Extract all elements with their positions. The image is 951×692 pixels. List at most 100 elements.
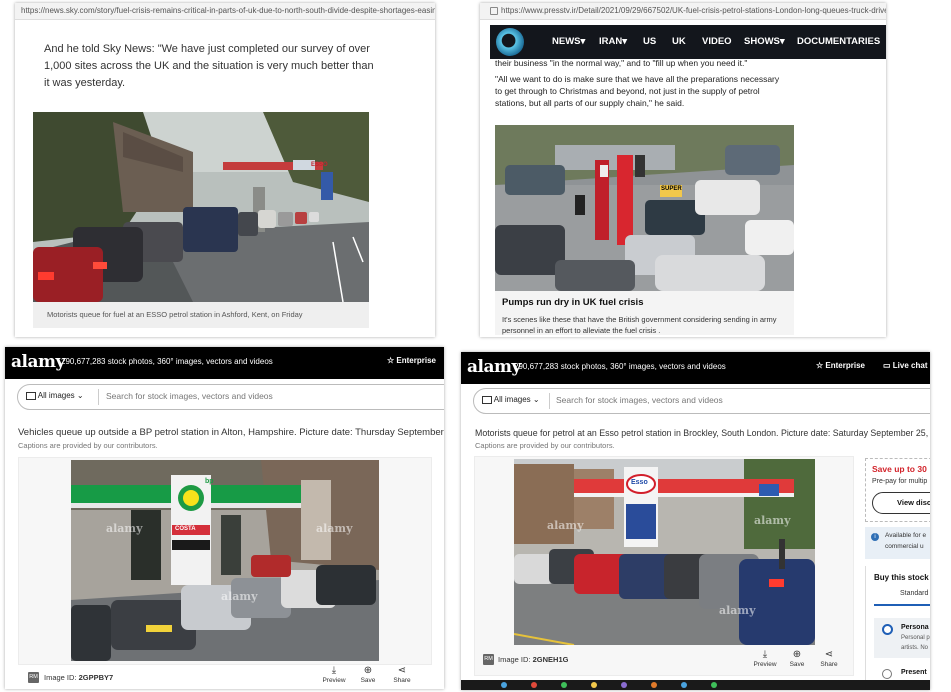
taskbar-icon[interactable]: [711, 682, 717, 688]
taskbar-icon[interactable]: [501, 682, 507, 688]
image-id-value-2: 2GNEH1G: [532, 655, 569, 664]
preview-label: Preview: [322, 677, 346, 684]
tab-standard[interactable]: Standard: [900, 590, 928, 597]
sky-quote-line-3: it was yesterday.: [44, 77, 126, 89]
taskbar-icon[interactable]: [681, 682, 687, 688]
taskbar-icon[interactable]: [531, 682, 537, 688]
alamy-header-2: alamy 290,677,283 stock photos, 360° ima…: [461, 352, 930, 384]
presstv-url: https://www.presstv.ir/Detail/2021/09/29…: [501, 6, 886, 15]
live-chat-link[interactable]: ▭ Live chat: [883, 361, 927, 370]
nav-us[interactable]: US: [643, 36, 656, 47]
license-option-personal[interactable]: Persona Personal p artists. No: [874, 618, 930, 658]
preview-label-2: Preview: [753, 661, 777, 668]
search-input[interactable]: Search for stock images, vectors and vid…: [106, 391, 273, 401]
option-personal-title: Persona: [901, 624, 929, 631]
share-button[interactable]: ⋖ Share: [388, 665, 416, 684]
sky-url-bar[interactable]: https://news.sky.com/story/fuel-crisis-r…: [15, 3, 435, 20]
all-images-label: All images: [37, 391, 75, 400]
share-label-2: Share: [820, 661, 838, 668]
save-button[interactable]: ⊕ Save: [354, 665, 382, 684]
taskbar-icon[interactable]: [561, 682, 567, 688]
all-images-label-2: All images: [493, 395, 531, 404]
sky-caption-box: Motorists queue for fuel at an ESSO petr…: [33, 302, 369, 328]
enterprise-link[interactable]: ☆ Enterprise: [387, 356, 436, 365]
search-input-2[interactable]: Search for stock images, vectors and vid…: [556, 395, 723, 405]
nav-video[interactable]: VIDEO: [702, 36, 732, 47]
presstv-desc-line-2: personnel in an effort to alleviate the …: [502, 326, 661, 335]
alamy-esso-caption: Motorists queue for petrol at an Esso pe…: [475, 428, 930, 438]
promo-title: Save up to 30: [872, 464, 927, 474]
share-button-2[interactable]: ⋖ Share: [815, 649, 843, 668]
alamy-search-box: All images ⌄ Search for stock images, ve…: [17, 384, 444, 410]
nav-iran[interactable]: IRAN▾: [599, 36, 627, 47]
share-icon: ⋖: [397, 665, 407, 676]
info-icon: i: [871, 533, 879, 541]
presstv-text-line-4: stations, but all parts of our supply ch…: [495, 98, 685, 108]
enterprise-label-2: Enterprise: [825, 361, 865, 370]
alamy-header: alamy 290,677,283 stock photos, 360° ima…: [5, 347, 444, 379]
nav-documentaries[interactable]: DOCUMENTARIES: [797, 36, 880, 47]
chat-icon: ▭: [883, 361, 891, 370]
alamy-esso-sign: Esso: [631, 479, 648, 486]
presstv-caption-card: Pumps run dry in UK fuel crisis It's sce…: [495, 291, 794, 335]
view-discounts-button[interactable]: View disco: [872, 492, 930, 514]
tab-underline: [874, 604, 930, 606]
preview-button-2[interactable]: ⤓ Preview: [751, 649, 779, 668]
nav-shows[interactable]: SHOWS▾: [744, 36, 785, 47]
taskbar-icon[interactable]: [621, 682, 627, 688]
presstv-url-bar[interactable]: https://www.presstv.ir/Detail/2021/09/29…: [480, 3, 886, 20]
rm-badge: RM: [28, 672, 39, 683]
radio-selected-icon: [882, 624, 893, 635]
enterprise-link-2[interactable]: ☆ Enterprise: [816, 361, 865, 370]
option-presentation-title: Present: [901, 669, 927, 676]
all-images-dropdown-2[interactable]: All images ⌄: [482, 395, 540, 404]
sky-quote-line-1: And he told Sky News: "We have just comp…: [44, 43, 370, 55]
chevron-down-icon: ⌄: [532, 395, 540, 404]
enterprise-label: Enterprise: [396, 356, 436, 365]
alamy-watermark-6: alamy: [719, 604, 756, 617]
alamy-logo[interactable]: alamy: [11, 352, 65, 372]
presstv-photo-scene: [495, 125, 794, 291]
presstv-text-line-2: "All we want to do is make sure that we …: [495, 74, 780, 84]
live-chat-label: Live chat: [892, 361, 928, 370]
alamy-stats-2: 290,677,283 stock photos, 360° images, v…: [514, 362, 726, 371]
taskbar-icon[interactable]: [651, 682, 657, 688]
sky-photo: ESSO: [33, 112, 369, 302]
star-icon: ☆: [387, 356, 395, 365]
image-id-prefix-2: Image ID:: [498, 655, 531, 664]
alamy-costa-sign: COSTA: [175, 526, 196, 532]
alamy-esso-panel: alamy 290,677,283 stock photos, 360° ima…: [461, 352, 930, 690]
search-divider-2: [549, 393, 550, 409]
alamy-watermark-3: alamy: [221, 590, 258, 603]
radio-unselected-icon: [882, 669, 892, 679]
alamy-bp-photo[interactable]: bp COSTA alamy alamy alamy: [71, 460, 379, 661]
sky-quote-line-2: 1,000 sites across the UK and the situat…: [44, 60, 374, 72]
all-images-dropdown[interactable]: All images ⌄: [26, 391, 84, 400]
presstv-desc-line-1: It's scenes like these that have the Bri…: [502, 315, 777, 324]
presstv-text-line-1: their business "in the normal way," and …: [495, 58, 748, 68]
save-button-2[interactable]: ⊕ Save: [783, 649, 811, 668]
alamy-watermark-5: alamy: [754, 514, 791, 527]
alamy-caption-note: Captions are provided by our contributor…: [18, 441, 158, 450]
lock-icon: [490, 6, 498, 15]
download-icon: ⤓: [331, 665, 337, 676]
taskbar-icon[interactable]: [591, 682, 597, 688]
image-id-prefix: Image ID:: [44, 673, 77, 682]
preview-button[interactable]: ⤓ Preview: [320, 665, 348, 684]
promo-box: Save up to 30 Pre-pay for multip View di…: [865, 458, 930, 522]
nav-news[interactable]: NEWS▾: [552, 36, 585, 47]
sky-news-panel: https://news.sky.com/story/fuel-crisis-r…: [15, 3, 435, 337]
presstv-logo-icon[interactable]: [496, 28, 524, 56]
nav-uk[interactable]: UK: [672, 36, 686, 47]
save-label: Save: [360, 677, 376, 684]
alamy-esso-photo[interactable]: Esso alamy alamy alamy: [514, 459, 815, 645]
image-icon: [26, 391, 36, 400]
option-personal-sub-2: artists. No: [901, 645, 929, 651]
chevron-down-icon: ⌄: [76, 391, 84, 400]
presstv-headline[interactable]: Pumps run dry in UK fuel crisis: [502, 297, 643, 308]
image-id-value: 2GPPBY7: [78, 673, 114, 682]
alamy-bp-panel: alamy 290,677,283 stock photos, 360° ima…: [5, 347, 444, 689]
sky-caption: Motorists queue for fuel at an ESSO petr…: [47, 310, 303, 319]
sky-photo-scene: [33, 112, 369, 302]
alamy-logo-2[interactable]: alamy: [467, 357, 521, 377]
